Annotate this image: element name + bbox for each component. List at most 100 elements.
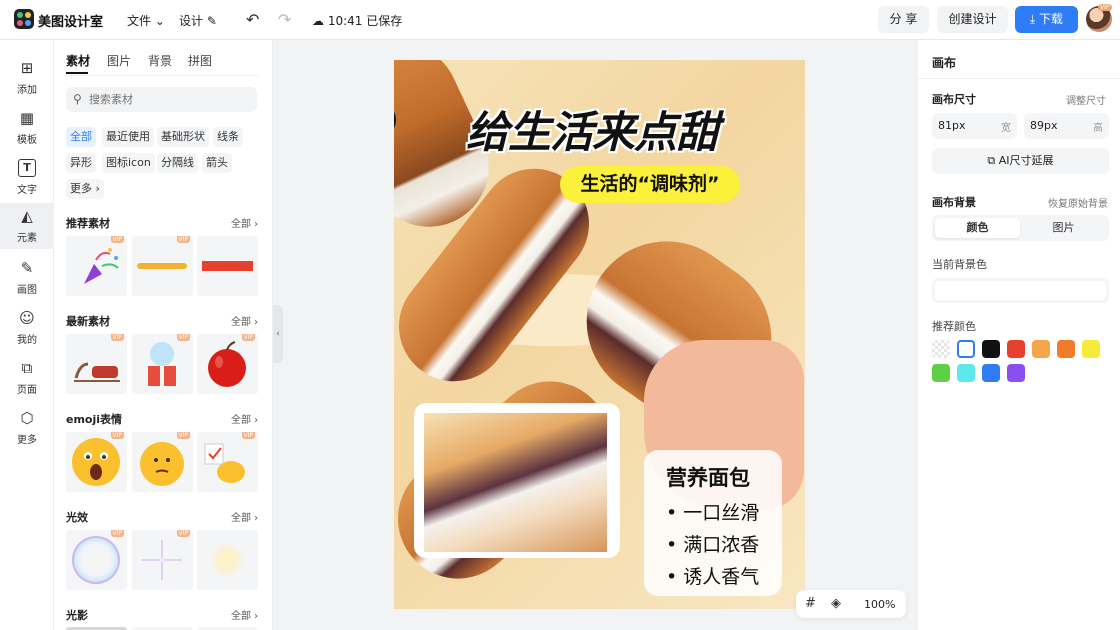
asset-tile[interactable] (197, 236, 258, 296)
see-all-link[interactable]: 全部 › (231, 215, 258, 230)
poster-headline[interactable]: 给生活来点甜 (466, 98, 796, 160)
color-swatch[interactable] (1007, 364, 1025, 382)
apple-icon (208, 341, 246, 387)
download-label: 下载 (1039, 12, 1064, 26)
color-swatch[interactable] (982, 340, 1000, 358)
rail-item-pages[interactable]: ⧉ 页面 (0, 355, 54, 401)
tab-indicator (66, 72, 88, 74)
rail-label: 元素 (17, 233, 37, 244)
user-icon: ☺ (19, 309, 35, 327)
canvas-size-label: 画布尺寸 (932, 93, 976, 106)
see-all-link[interactable]: 全部 › (231, 313, 258, 328)
color-swatch[interactable] (982, 364, 1000, 382)
party-popper-icon (84, 248, 119, 284)
ai-extend-label: AI尺寸延展 (998, 154, 1054, 167)
collapse-panel-handle[interactable]: ‹ (273, 305, 283, 363)
chip-arrows[interactable]: 箭头 (202, 153, 232, 173)
search-input[interactable] (89, 91, 249, 108)
rail-label: 更多 (17, 435, 37, 446)
search-box[interactable]: ⚲ (66, 87, 257, 112)
rail-label: 模板 (17, 135, 37, 146)
rail-item-mine[interactable]: ☺ 我的 (0, 305, 54, 351)
plus-square-icon: ⊞ (20, 59, 34, 77)
asset-tile[interactable]: VIP (66, 530, 127, 590)
asset-tile[interactable]: VIP (66, 236, 127, 296)
rail-item-elements[interactable]: ◭ 元素 (0, 203, 54, 249)
rail-item-more[interactable]: ⬡ 更多 (0, 405, 54, 451)
create-design-button[interactable]: 创建设计 (937, 6, 1008, 33)
tab-images[interactable]: 图片 (107, 52, 131, 69)
download-icon: ⤓ (1029, 12, 1040, 26)
tab-backgrounds[interactable]: 背景 (148, 52, 172, 69)
section-title: 光影 (66, 609, 88, 622)
vip-badge: VIP (110, 432, 124, 439)
color-swatch[interactable] (957, 340, 975, 358)
asset-tile[interactable] (197, 530, 258, 590)
zoom-level[interactable]: 100% (864, 598, 895, 611)
restore-bg-link[interactable]: 恢复原始背景 (1048, 195, 1108, 210)
tab-collage[interactable]: 拼图 (188, 52, 212, 69)
download-button[interactable]: ⤓ 下载 (1015, 6, 1078, 33)
vip-badge: VIP (176, 334, 190, 341)
color-swatch[interactable] (932, 340, 950, 358)
ai-resize-icon: ⧉ (987, 154, 999, 167)
layers-icon[interactable]: ◈ (831, 596, 841, 611)
rail-label: 画图 (17, 285, 37, 296)
color-swatch[interactable] (932, 364, 950, 382)
ai-extend-button[interactable]: ⧉ AI尺寸延展 (932, 148, 1109, 174)
adjust-size-link[interactable]: 调整尺寸 (1066, 92, 1106, 107)
asset-tile[interactable]: VIP (132, 236, 193, 296)
rail-item-draw[interactable]: ✎ 画图 (0, 255, 54, 301)
top-bar: 美图设计室 文件 ⌄ 设计 ✎ ↶ ↷ ☁ 10:41 已保存 分 享 创建设计… (0, 0, 1120, 40)
asset-tile[interactable]: VIP (197, 334, 258, 394)
rail-item-add[interactable]: ⊞ 添加 (0, 55, 54, 101)
width-field[interactable]: 81px 宽 (932, 113, 1017, 139)
current-color-swatch (935, 281, 1106, 300)
rail-item-templates[interactable]: ▦ 模板 (0, 105, 54, 151)
chip-dividers[interactable]: 分隔线 (157, 153, 198, 173)
asset-tile[interactable]: VIP (197, 432, 258, 492)
see-all-link[interactable]: 全部 › (231, 607, 258, 622)
chip-recent[interactable]: 最近使用 (102, 127, 154, 147)
seg-image[interactable]: 图片 (1021, 218, 1106, 238)
tab-materials[interactable]: 素材 (66, 52, 90, 69)
asset-tile[interactable]: VIP (66, 432, 127, 492)
redo-icon[interactable]: ↷ (278, 10, 291, 29)
color-swatch[interactable] (1057, 340, 1075, 358)
asset-tile[interactable]: VIP (132, 334, 193, 394)
bg-type-toggle: 颜色 图片 (932, 215, 1109, 241)
chip-irregular[interactable]: 异形 (66, 153, 96, 173)
chip-more[interactable]: 更多 › (66, 179, 104, 199)
vip-badge: VIP (176, 236, 190, 243)
color-swatch[interactable] (957, 364, 975, 382)
seg-color[interactable]: 颜色 (935, 218, 1020, 238)
asset-tile[interactable]: VIP (132, 530, 193, 590)
chip-basic-shapes[interactable]: 基础形状 (157, 127, 209, 147)
rail-item-text[interactable]: T 文字 (0, 155, 54, 201)
asset-tile[interactable]: VIP (66, 334, 127, 394)
share-button[interactable]: 分 享 (878, 6, 929, 33)
rail-label: 我的 (17, 335, 37, 346)
poster-subtitle[interactable]: 生活的“调味剂” (560, 166, 740, 203)
file-menu[interactable]: 文件 ⌄ (127, 12, 165, 29)
chip-icons[interactable]: 图标icon (102, 153, 155, 173)
design-canvas[interactable]: 给生活来点甜 生活的“调味剂” ❤ 营养面包 • 一口丝滑 • 满口浓香 • 诱… (394, 60, 805, 609)
design-menu[interactable]: 设计 ✎ (179, 12, 217, 29)
info-point: • 一口丝滑 (666, 502, 760, 524)
see-all-link[interactable]: 全部 › (231, 411, 258, 426)
height-field[interactable]: 89px 高 (1024, 113, 1109, 139)
see-all-link[interactable]: 全部 › (231, 509, 258, 524)
glow-shape (209, 542, 245, 578)
asset-tile[interactable]: VIP (132, 432, 193, 492)
vip-badge: VIP (176, 530, 190, 537)
sparkle-icon (142, 540, 182, 580)
color-swatch[interactable] (1082, 340, 1100, 358)
color-swatch[interactable] (1032, 340, 1050, 358)
undo-icon[interactable]: ↶ (246, 10, 259, 29)
grid-icon[interactable]: # (805, 596, 816, 611)
color-swatch[interactable] (1007, 340, 1025, 358)
chip-lines[interactable]: 线条 (213, 127, 243, 147)
chip-all[interactable]: 全部 (66, 127, 96, 147)
cube-icon: ⬡ (20, 409, 34, 427)
vip-badge: VIP (110, 236, 124, 243)
